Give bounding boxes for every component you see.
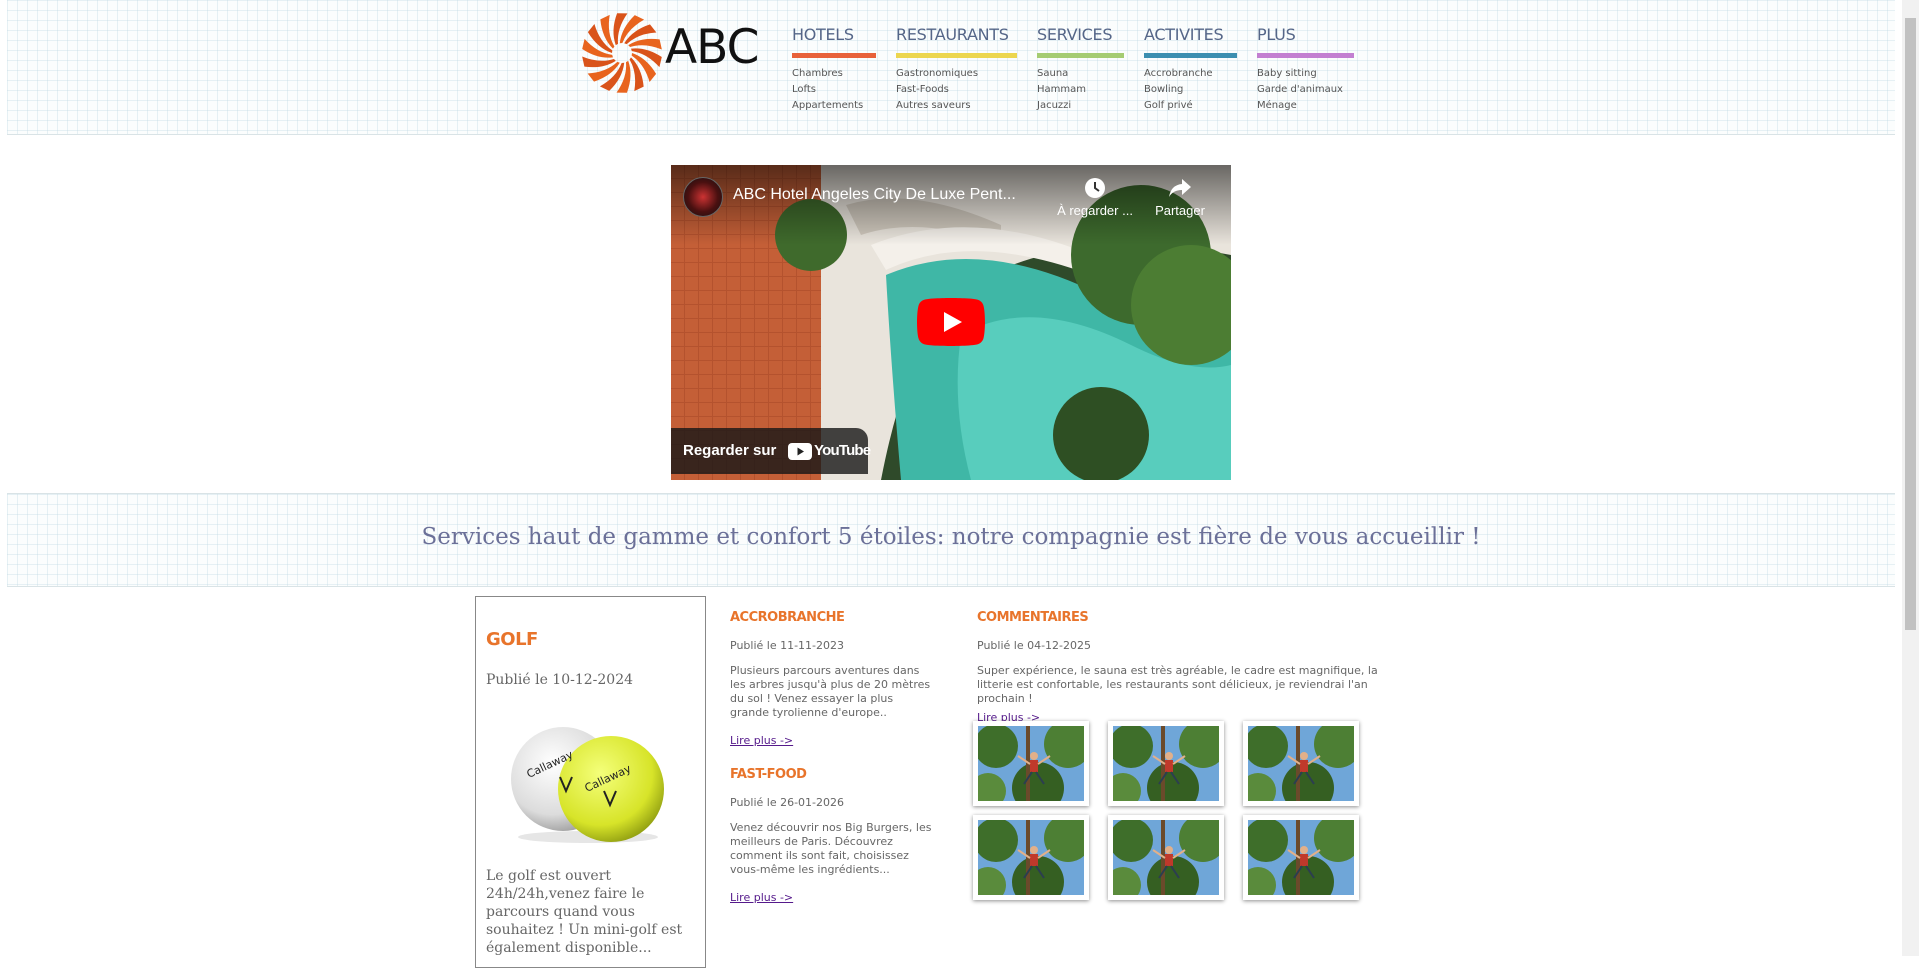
clock-icon <box>1085 178 1105 198</box>
accrobranche-read-more-link[interactable]: Lire plus -> <box>730 734 793 747</box>
treetop-photo <box>1248 726 1354 801</box>
golf-published: Publié le 10-12-2024 <box>486 672 634 688</box>
watch-on-youtube-button[interactable]: Regarder sur YouTube <box>671 428 871 474</box>
nav-services-bar <box>1037 53 1124 58</box>
fast-food-text: Venez découvrir nos Big Burgers, les mei… <box>730 821 932 876</box>
accrobranche-published: Publié le 11-11-2023 <box>730 639 845 652</box>
watch-on-label: Regarder sur <box>683 442 777 459</box>
slogan-text: Services haut de gamme et confort 5 étoi… <box>421 524 1481 550</box>
play-button[interactable] <box>917 298 985 346</box>
gallery-photo[interactable] <box>1108 721 1224 806</box>
sunburst-logo-icon <box>582 13 662 93</box>
nav-hotels-bar <box>792 53 876 58</box>
share-icon <box>1169 179 1191 197</box>
nav-restaurants-bar <box>896 53 1017 58</box>
nav-restaurants: RESTAURANTS Gastronomiques Fast-Foods Au… <box>896 25 1017 114</box>
nav-activites-bar <box>1144 53 1237 58</box>
article-fast-food: FAST-FOOD Publié le 26-01-2026 Venez déc… <box>730 767 935 905</box>
gallery-photo[interactable] <box>1243 721 1359 806</box>
nav-plus-bar <box>1257 53 1354 58</box>
nav-services: SERVICES Sauna Hammam Jacuzzi <box>1037 25 1124 114</box>
share-label: Partager <box>1155 203 1205 218</box>
comments-published: Publié le 04-12-2025 <box>977 639 1092 652</box>
scrollbar-thumb[interactable] <box>1905 18 1916 630</box>
fast-food-title[interactable]: FAST-FOOD <box>730 767 935 782</box>
treetop-photo <box>978 820 1084 895</box>
video-player[interactable]: ABC Hotel Angeles City De Luxe Pent... À… <box>671 165 1231 480</box>
slogan-band: Services haut de gamme et confort 5 étoi… <box>7 493 1895 587</box>
fast-food-read-more-link[interactable]: Lire plus -> <box>730 891 793 904</box>
nav-hotels-item-2[interactable]: Lofts <box>792 82 876 98</box>
gallery-photo[interactable] <box>1243 815 1359 900</box>
nav-plus-title[interactable]: PLUS <box>1257 25 1354 49</box>
nav-restaurants-title[interactable]: RESTAURANTS <box>896 25 1017 49</box>
treetop-photo <box>1248 820 1354 895</box>
share-button[interactable]: Partager <box>1145 177 1215 218</box>
page-scrollbar[interactable] <box>1902 0 1919 956</box>
play-icon <box>917 298 985 346</box>
comments-text: Super expérience, le sauna est très agré… <box>977 664 1378 705</box>
youtube-wordmark: YouTube <box>814 442 871 459</box>
golf-title[interactable]: GOLF <box>486 629 538 650</box>
golf-balls-image: Callaway Callaway <box>511 727 664 843</box>
nav-hotels: HOTELS Chambres Lofts Appartements <box>792 25 876 114</box>
golf-text: Le golf est ouvert 24h/24h,venez faire l… <box>486 868 683 956</box>
nav-plus-item-3[interactable]: Ménage <box>1257 98 1354 114</box>
nav-services-title[interactable]: SERVICES <box>1037 25 1124 49</box>
nav-hotels-item-3[interactable]: Appartements <box>792 98 876 114</box>
watch-later-label: À regarder ... <box>1057 203 1133 218</box>
gallery-photo[interactable] <box>1108 815 1224 900</box>
nav-plus: PLUS Baby sitting Garde d'animaux Ménage <box>1257 25 1354 114</box>
nav-restaurants-item-3[interactable]: Autres saveurs <box>896 98 1017 114</box>
nav-activites-item-3[interactable]: Golf privé <box>1144 98 1237 114</box>
gallery-photo[interactable] <box>973 815 1089 900</box>
nav-plus-item-1[interactable]: Baby sitting <box>1257 66 1354 82</box>
nav-restaurants-item-2[interactable]: Fast-Foods <box>896 82 1017 98</box>
site-header: ABC HOTELS Chambres Lofts Appartements R… <box>7 0 1895 135</box>
comments-section: COMMENTAIRES Publié le 04-12-2025 Super … <box>977 610 1407 725</box>
nav-hotels-item-1[interactable]: Chambres <box>792 66 876 82</box>
nav-restaurants-item-1[interactable]: Gastronomiques <box>896 66 1017 82</box>
channel-avatar[interactable] <box>683 177 723 217</box>
nav-services-item-1[interactable]: Sauna <box>1037 66 1124 82</box>
nav-activites-title[interactable]: ACTIVITES <box>1144 25 1237 49</box>
watch-later-button[interactable]: À regarder ... <box>1055 177 1135 218</box>
golf-article-card: GOLF Publié le 10-12-2024 Callaway Calla… <box>475 596 706 968</box>
nav-hotels-title[interactable]: HOTELS <box>792 25 876 49</box>
gallery-photo[interactable] <box>973 721 1089 806</box>
fast-food-published: Publié le 26-01-2026 <box>730 796 845 809</box>
article-accrobranche: ACCROBRANCHE Publié le 11-11-2023 Plusie… <box>730 610 935 748</box>
nav-activites-item-1[interactable]: Accrobranche <box>1144 66 1237 82</box>
video-title[interactable]: ABC Hotel Angeles City De Luxe Pent... <box>733 186 1016 204</box>
treetop-photo <box>1113 726 1219 801</box>
brand-name: ABC <box>665 20 759 75</box>
accrobranche-text: Plusieurs parcours aventures dans les ar… <box>730 664 931 719</box>
nav-plus-item-2[interactable]: Garde d'animaux <box>1257 82 1354 98</box>
nav-services-item-3[interactable]: Jacuzzi <box>1037 98 1124 114</box>
nav-activites: ACTIVITES Accrobranche Bowling Golf priv… <box>1144 25 1237 114</box>
accrobranche-title[interactable]: ACCROBRANCHE <box>730 610 935 625</box>
comments-title[interactable]: COMMENTAIRES <box>977 610 1407 625</box>
youtube-logo-icon <box>788 443 812 460</box>
nav-services-item-2[interactable]: Hammam <box>1037 82 1124 98</box>
logo[interactable]: ABC <box>580 6 760 100</box>
nav-activites-item-2[interactable]: Bowling <box>1144 82 1237 98</box>
treetop-photo <box>978 726 1084 801</box>
treetop-photo <box>1113 820 1219 895</box>
